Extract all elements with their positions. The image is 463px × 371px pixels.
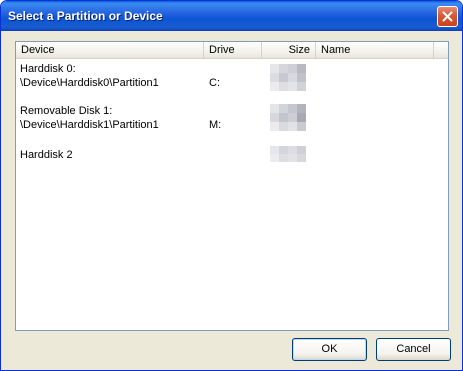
device-label: Harddisk 2 (20, 149, 73, 161)
list-item[interactable]: Harddisk 2 (16, 146, 448, 168)
list-item[interactable]: Removable Disk 1: \Device\Harddisk1\Part… (16, 104, 448, 134)
close-icon (442, 11, 453, 22)
size-redacted (270, 146, 312, 174)
list-item[interactable]: Harddisk 0: \Device\Harddisk0\Partition1… (16, 62, 448, 92)
dialog-body: Device Drive Size Name Harddisk 0: \Devi… (5, 31, 458, 366)
column-header-name[interactable]: Name (316, 42, 434, 59)
title-bar[interactable]: Select a Partition or Device (1, 1, 462, 31)
column-header-device[interactable]: Device (16, 42, 204, 59)
select-partition-dialog: Select a Partition or Device Device Driv… (0, 0, 463, 371)
size-redacted (270, 104, 312, 132)
device-label: Removable Disk 1: (20, 105, 113, 117)
device-path: \Device\Harddisk1\Partition1 (20, 119, 159, 131)
device-path: \Device\Harddisk0\Partition1 (20, 77, 159, 89)
device-label: Harddisk 0: (20, 63, 76, 75)
size-redacted (270, 64, 312, 92)
column-header-drive[interactable]: Drive (204, 42, 262, 59)
column-header-size[interactable]: Size (262, 42, 316, 59)
close-button[interactable] (437, 6, 458, 27)
window-title: Select a Partition or Device (8, 9, 163, 23)
cancel-button[interactable]: Cancel (376, 338, 451, 361)
device-list[interactable]: Device Drive Size Name Harddisk 0: \Devi… (15, 41, 449, 331)
drive-letter: M: (209, 119, 222, 131)
list-header: Device Drive Size Name (16, 42, 448, 59)
drive-letter: C: (209, 77, 220, 89)
ok-button[interactable]: OK (292, 338, 367, 361)
column-header-filler (434, 42, 448, 59)
